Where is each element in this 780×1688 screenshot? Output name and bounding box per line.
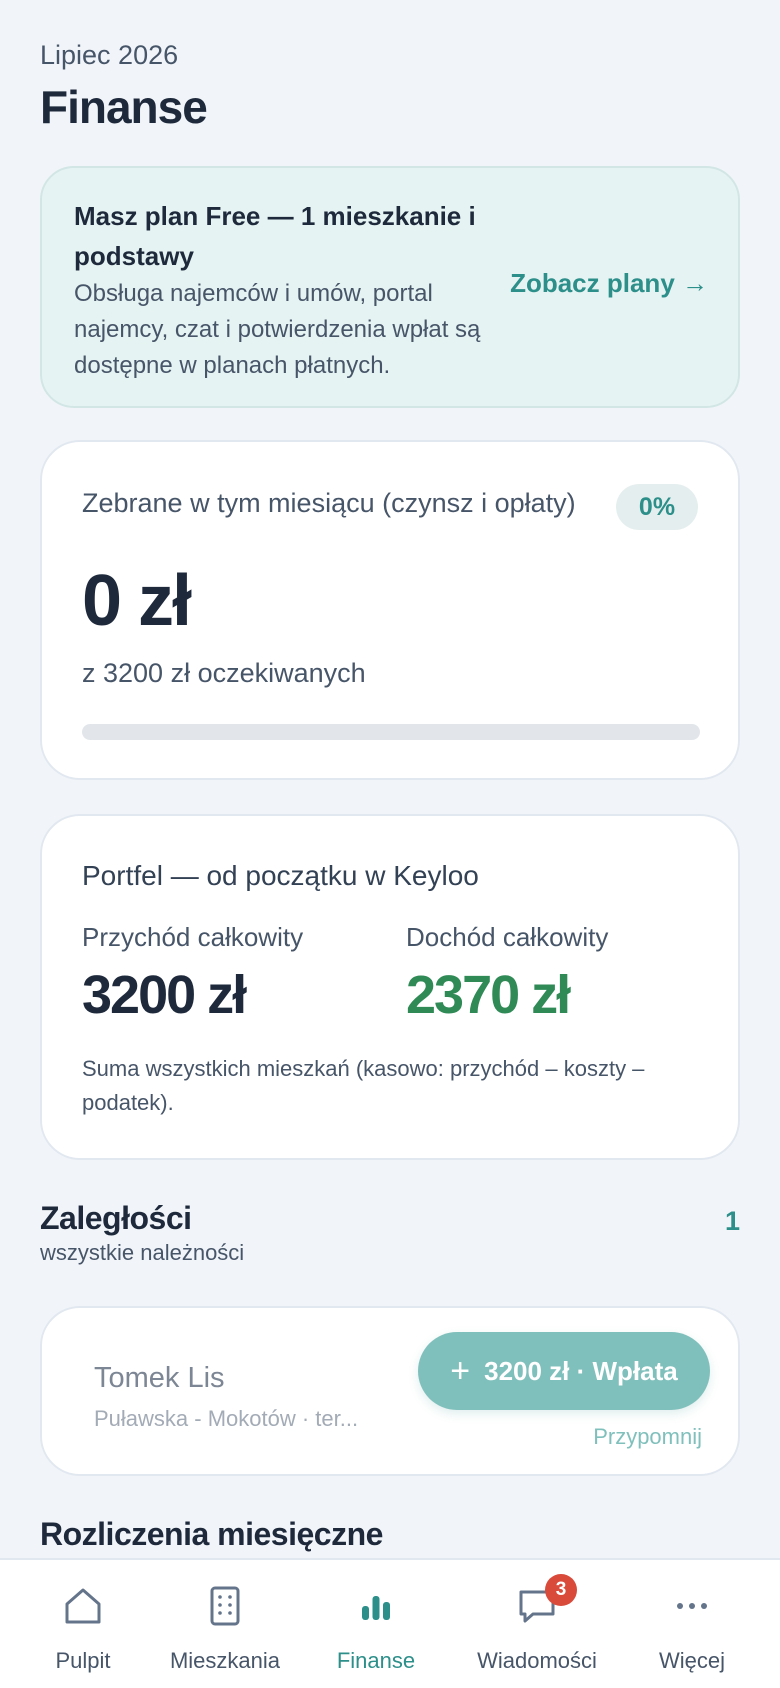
nav-item-finance[interactable]: Finanse [301,1560,451,1688]
monthly-settlements-title: Rozliczenia miesięczne [40,1516,383,1552]
income-value: 2370 zł [406,965,571,1025]
arrears-count: 1 [724,1206,740,1236]
more-icon [677,1603,707,1609]
home-icon [65,1588,101,1624]
portfolio-title: Portfel — od początku w Keyloo [82,860,479,891]
remind-link[interactable]: Przypomnij [593,1424,702,1450]
nav-label-apartments: Mieszkania [169,1648,281,1673]
tenant-name: Tomek Lis [94,1362,225,1394]
period-label: Lipiec 2026 [40,40,179,70]
revenue-value: 3200 zł [82,965,247,1025]
nav-label-dashboard: Pulpit [55,1648,111,1673]
arrears-title: Zaległości [40,1200,192,1236]
collected-amount: 0 zł [82,561,192,641]
plan-banner: Masz plan Free — 1 mieszkanie i podstawy… [40,166,740,408]
plus-icon: + [450,1352,471,1390]
collected-percent-badge: 0% [616,484,698,530]
nav-label-more: Więcej [658,1648,725,1673]
nav-item-dashboard[interactable]: Pulpit [8,1560,158,1688]
arrears-item[interactable]: Tomek Lis Puławska - Mokotów · ter... + … [40,1306,740,1476]
income-label: Dochód całkowity [406,922,609,952]
plan-description: Obsługa najemców i umów, portal najemcy,… [74,280,481,379]
finance-screen: Lipiec 2026 Finanse Masz plan Free — 1 m… [0,0,780,1688]
tenant-address: Puławska - Mokotów · ter... [94,1406,359,1431]
arrears-subtitle: wszystkie należności [40,1240,245,1265]
page-title: Finanse [40,81,208,133]
bar-chart-icon [362,1596,390,1620]
bottom-nav: Pulpit Mieszkania Finanse 3 Wiadomości W… [0,1558,780,1688]
plan-heading: Masz plan Free — 1 mieszkanie i podstawy [74,201,476,271]
record-payment-label: 3200 zł · Wpłata [484,1355,678,1386]
nav-label-finance: Finanse [336,1648,416,1673]
building-icon [210,1586,240,1626]
nav-item-messages[interactable]: 3 Wiadomości [462,1560,612,1688]
nav-label-messages: Wiadomości [477,1648,597,1673]
collected-progress-bar [82,724,700,740]
collected-label: Zebrane w tym miesiącu (czynsz i opłaty) [82,488,576,518]
portfolio-card: Portfel — od początku w Keyloo Przychód … [40,814,740,1160]
collected-card: Zebrane w tym miesiącu (czynsz i opłaty)… [40,440,740,780]
portfolio-note: Suma wszystkich mieszkań (kasowo: przych… [82,1056,645,1115]
collected-expected: z 3200 zł oczekiwanych [82,658,366,688]
nav-item-apartments[interactable]: Mieszkania [150,1560,300,1688]
see-plans-link[interactable]: Zobacz plany → [510,268,708,299]
revenue-label: Przychód całkowity [82,922,304,952]
nav-item-more[interactable]: Więcej [617,1560,767,1688]
record-payment-button[interactable]: + 3200 zł · Wpłata [418,1332,710,1410]
unread-badge: 3 [545,1574,577,1606]
